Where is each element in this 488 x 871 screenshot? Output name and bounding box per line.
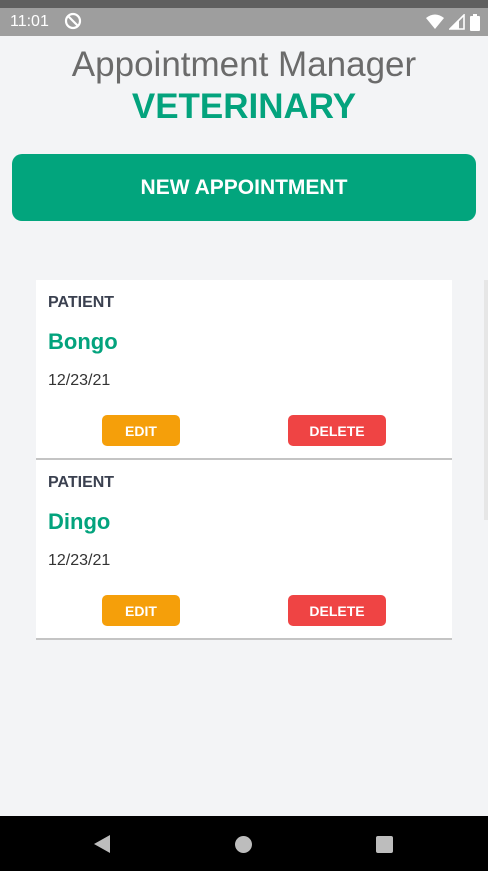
battery-icon xyxy=(470,13,480,31)
new-appointment-button[interactable]: NEW APPOINTMENT xyxy=(12,154,476,221)
patient-name: Bongo xyxy=(48,329,118,354)
edit-button[interactable]: EDIT xyxy=(102,595,180,626)
back-icon[interactable] xyxy=(93,834,111,854)
appointment-card: PATIENT Dingo 12/23/21 EDIT DELETE xyxy=(36,460,452,640)
status-bar: 11:01 xyxy=(0,0,488,36)
appointment-card: PATIENT Bongo 12/23/21 EDIT DELETE xyxy=(36,280,452,460)
navigation-bar xyxy=(0,816,488,871)
delete-button[interactable]: DELETE xyxy=(288,415,386,446)
recents-icon[interactable] xyxy=(376,836,393,853)
home-icon[interactable] xyxy=(235,836,252,853)
patient-label: PATIENT xyxy=(48,294,115,311)
patient-label: PATIENT xyxy=(48,474,115,491)
app-subtitle: VETERINARY xyxy=(131,87,357,126)
scrollbar[interactable] xyxy=(484,280,488,520)
appointment-date: 12/23/21 xyxy=(48,552,111,569)
appointment-list: PATIENT Bongo 12/23/21 EDIT DELETE PATIE… xyxy=(36,280,452,640)
app-title: Appointment Manager xyxy=(71,45,417,84)
edit-button[interactable]: EDIT xyxy=(102,415,180,446)
appointment-date: 12/23/21 xyxy=(48,372,111,389)
do-not-disturb-icon xyxy=(64,12,82,30)
wifi-icon xyxy=(426,14,444,29)
status-time: 11:01 xyxy=(10,13,49,30)
signal-icon xyxy=(449,14,465,30)
delete-button[interactable]: DELETE xyxy=(288,595,386,626)
patient-name: Dingo xyxy=(48,509,111,534)
